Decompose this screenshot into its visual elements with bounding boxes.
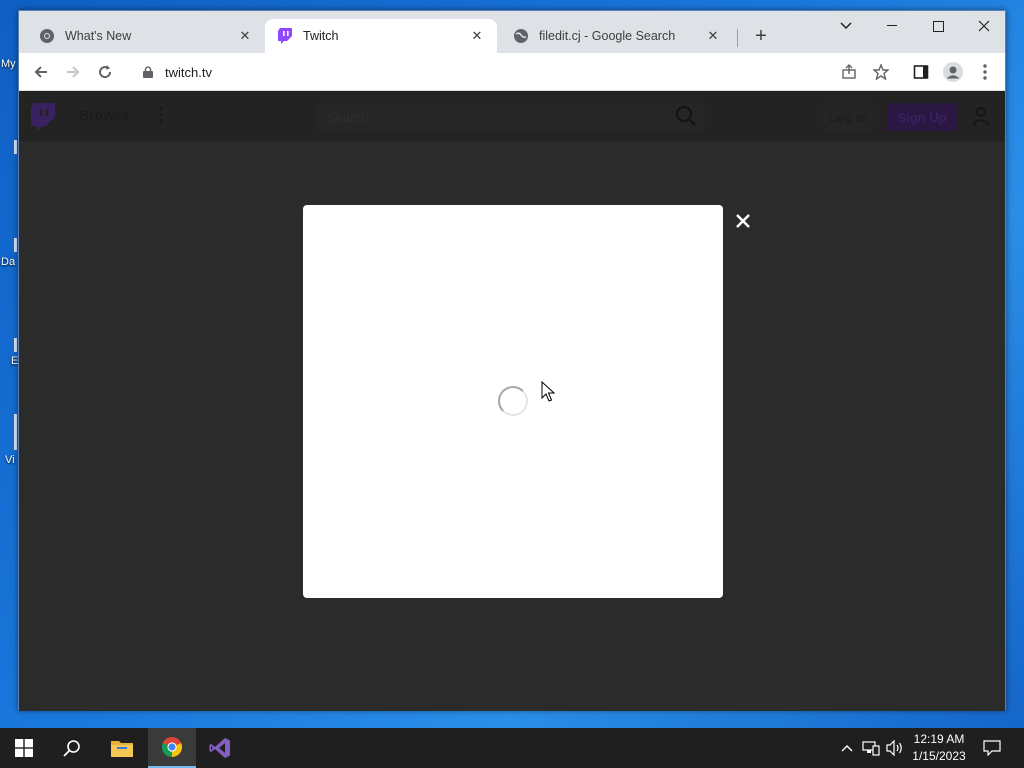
bookmark-star-icon[interactable] (867, 58, 895, 86)
tab-search-button[interactable] (823, 11, 869, 41)
clock-date: 1/15/2023 (912, 749, 966, 763)
desktop-icon-label[interactable]: My (1, 58, 16, 70)
signup-button[interactable]: Sign Up (887, 103, 957, 131)
volume-icon[interactable] (884, 728, 906, 768)
desktop-icon[interactable] (14, 140, 17, 154)
side-panel-icon[interactable] (907, 58, 935, 86)
tab-title: filedit.cj - Google Search (539, 29, 676, 43)
show-hidden-icons-chevron-icon[interactable] (838, 728, 856, 768)
tab-strip: What's New ✕ Twitch ✕ filedit.cj - Googl… (19, 11, 1005, 53)
minimize-button[interactable] (869, 11, 915, 41)
chrome-taskbar-icon[interactable] (148, 728, 196, 768)
close-tab-icon[interactable]: ✕ (237, 28, 253, 44)
lock-icon[interactable] (141, 65, 155, 79)
more-options-icon[interactable] (159, 106, 167, 126)
maximize-button[interactable] (915, 11, 961, 41)
search-input[interactable]: Search (315, 103, 705, 131)
network-icon[interactable] (860, 728, 882, 768)
twitch-top-nav: Browse Search Log In Sign Up (19, 91, 1005, 141)
desktop-icon[interactable] (14, 238, 17, 252)
url-text[interactable]: twitch.tv (165, 65, 212, 80)
modal-close-icon[interactable] (733, 211, 753, 231)
address-bar[interactable]: twitch.tv (129, 57, 913, 87)
reload-button[interactable] (91, 58, 119, 86)
new-tab-button[interactable]: + (749, 24, 773, 48)
twitch-icon (277, 28, 293, 44)
profile-avatar-icon[interactable] (939, 58, 967, 86)
loading-spinner (498, 386, 528, 416)
forward-button[interactable] (59, 58, 87, 86)
desktop-icon[interactable] (14, 414, 17, 450)
browser-menu-icon[interactable] (971, 58, 999, 86)
search-icon[interactable] (675, 105, 697, 127)
close-window-button[interactable] (961, 11, 1007, 41)
share-icon[interactable] (835, 58, 863, 86)
visual-studio-icon[interactable] (196, 728, 244, 768)
taskbar-search-icon[interactable] (48, 728, 96, 768)
taskbar-clock[interactable]: 12:19 AM 1/15/2023 (906, 731, 972, 765)
close-tab-icon[interactable]: ✕ (469, 28, 485, 44)
desktop-icon[interactable] (14, 338, 17, 352)
notification-icon[interactable] (980, 728, 1004, 768)
start-button[interactable] (0, 728, 48, 768)
tab-title: What's New (65, 29, 132, 43)
tab-title: Twitch (303, 29, 339, 43)
login-button[interactable]: Log In (823, 103, 873, 131)
tab-google-search[interactable]: filedit.cj - Google Search ✕ (501, 19, 733, 53)
file-explorer-icon[interactable] (98, 728, 146, 768)
desktop-icon-label[interactable]: Da (1, 256, 15, 268)
mouse-cursor-icon (541, 380, 556, 403)
user-icon[interactable] (971, 106, 991, 126)
desktop-icon-label[interactable]: Vi (5, 454, 15, 466)
twitch-page: Browse Search Log In Sign Up (19, 91, 1005, 711)
browser-toolbar: twitch.tv (19, 53, 1005, 91)
login-modal (303, 205, 723, 598)
globe-icon (513, 28, 529, 44)
back-button[interactable] (27, 58, 55, 86)
taskbar: 12:19 AM 1/15/2023 (0, 728, 1024, 768)
search-placeholder: Search (327, 110, 369, 125)
clock-time: 12:19 AM (913, 732, 965, 746)
close-tab-icon[interactable]: ✕ (705, 28, 721, 44)
tab-twitch[interactable]: Twitch ✕ (265, 19, 497, 53)
browser-window: What's New ✕ Twitch ✕ filedit.cj - Googl… (18, 10, 1006, 711)
browse-link[interactable]: Browse (79, 107, 130, 123)
tab-whats-new[interactable]: What's New ✕ (27, 19, 265, 53)
twitch-logo-icon[interactable] (31, 103, 55, 131)
chrome-icon (39, 28, 55, 44)
tab-separator (737, 29, 738, 47)
